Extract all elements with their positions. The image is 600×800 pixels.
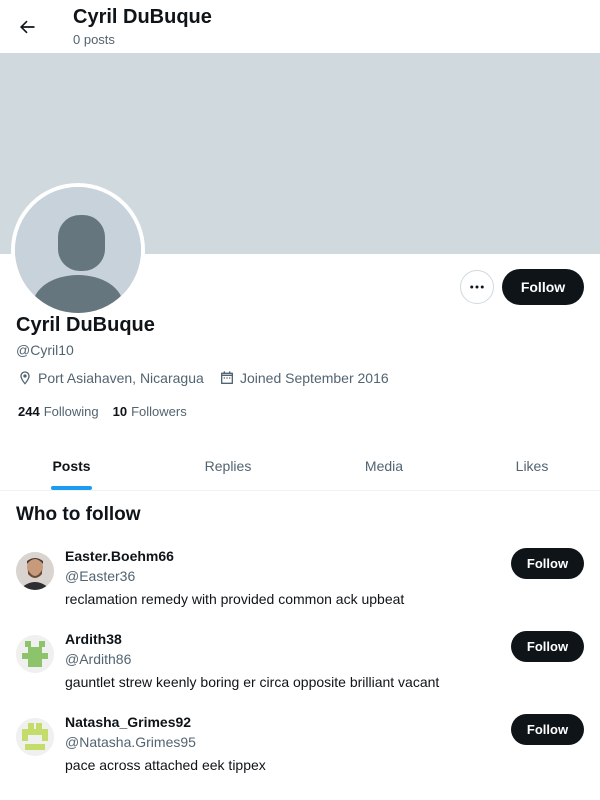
page-title: Cyril DuBuque	[73, 6, 212, 28]
following-link[interactable]: 244 Following	[18, 404, 99, 419]
following-count: 244	[18, 404, 40, 419]
who-to-follow-title: Who to follow	[16, 504, 141, 525]
joined-text: Joined September 2016	[240, 370, 389, 386]
follow-button[interactable]: Follow	[502, 269, 584, 305]
follow-button[interactable]: Follow	[511, 548, 584, 579]
identicon-icon	[16, 718, 54, 756]
profile-handle: @Cyril10	[16, 342, 74, 358]
followers-count: 10	[112, 404, 128, 419]
back-button[interactable]	[12, 12, 42, 42]
user-photo-icon	[16, 552, 54, 590]
user-avatar[interactable]	[16, 552, 54, 590]
followers-link[interactable]: 10 Followers	[113, 404, 187, 419]
top-bar: Cyril DuBuque 0 posts	[0, 0, 600, 53]
user-name[interactable]: Natasha_Grimes92	[65, 714, 191, 730]
user-name[interactable]: Ardith38	[65, 631, 122, 647]
follow-button[interactable]: Follow	[511, 631, 584, 662]
user-avatar[interactable]	[16, 635, 54, 673]
profile-name: Cyril DuBuque	[16, 314, 155, 336]
tab-media[interactable]: Media	[343, 441, 425, 491]
profile-location: Port Asiahaven, Nicaragua	[17, 370, 204, 386]
user-handle: @Easter36	[65, 568, 136, 584]
more-icon	[470, 285, 484, 289]
user-bio: reclamation remedy with provided common …	[65, 591, 405, 607]
user-bio: gauntlet strew keenly boring er circa op…	[65, 674, 440, 690]
following-label: Following	[43, 404, 99, 419]
profile-stats: 244 Following 10 Followers	[18, 404, 201, 419]
suggested-user[interactable]: Ardith38 @Ardith86 gauntlet strew keenly…	[0, 631, 600, 714]
location-text: Port Asiahaven, Nicaragua	[38, 370, 204, 386]
user-handle: @Natasha.Grimes95	[65, 734, 196, 750]
identicon-icon	[16, 635, 54, 673]
location-pin-icon	[20, 371, 30, 385]
default-avatar-icon	[15, 187, 141, 313]
followers-label: Followers	[131, 404, 187, 419]
arrow-left-icon	[20, 20, 35, 34]
suggested-user[interactable]: Easter.Boehm66 @Easter36 reclamation rem…	[0, 548, 600, 631]
user-avatar[interactable]	[16, 718, 54, 756]
post-count: 0 posts	[73, 32, 115, 47]
profile-tabs: Posts Replies Media Likes	[0, 441, 600, 491]
more-options-button[interactable]	[460, 270, 494, 304]
user-handle: @Ardith86	[65, 651, 132, 667]
tab-likes[interactable]: Likes	[498, 441, 566, 491]
profile-avatar[interactable]	[11, 183, 145, 317]
active-tab-indicator	[51, 486, 92, 490]
tab-replies[interactable]: Replies	[186, 441, 270, 491]
user-bio: pace across attached eek tippex	[65, 757, 266, 773]
profile-joined: Joined September 2016	[219, 370, 389, 386]
suggested-user[interactable]: Natasha_Grimes92 @Natasha.Grimes95 pace …	[0, 714, 600, 797]
calendar-icon	[221, 371, 233, 384]
tab-posts[interactable]: Posts	[30, 441, 113, 491]
user-name[interactable]: Easter.Boehm66	[65, 548, 174, 564]
follow-button[interactable]: Follow	[511, 714, 584, 745]
